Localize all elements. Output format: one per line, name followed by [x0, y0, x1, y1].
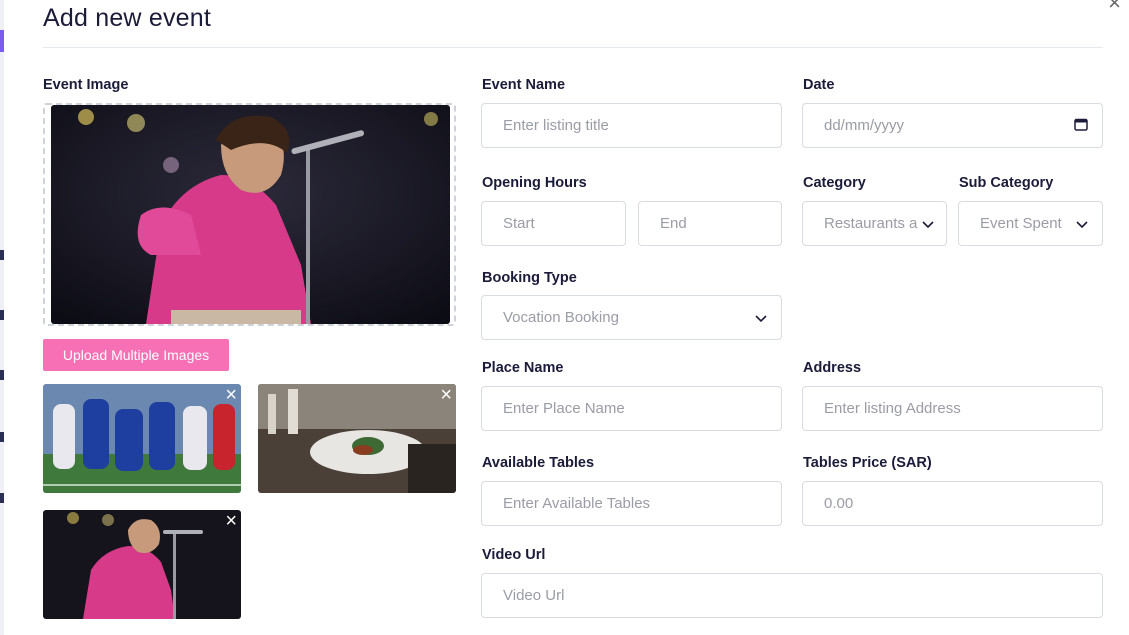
- sidebar-edge: [0, 0, 4, 635]
- event-main-photo: [51, 105, 450, 324]
- event-image-label: Event Image: [43, 77, 129, 93]
- date-placeholder: dd/mm/yyyy: [824, 117, 905, 134]
- opening-end-input[interactable]: End: [638, 201, 782, 246]
- end-placeholder: End: [660, 215, 687, 232]
- available-tables-label: Available Tables: [482, 455, 595, 471]
- modal-title: Add new event: [43, 4, 211, 32]
- booking-type-label: Booking Type: [482, 270, 577, 286]
- chevron-down-icon: [755, 309, 767, 326]
- booking-type-value: Vocation Booking: [503, 309, 619, 326]
- place-name-placeholder: Enter Place Name: [503, 400, 625, 417]
- chevron-down-icon: [922, 215, 934, 232]
- sub-category-select[interactable]: Event Spent: [958, 201, 1103, 246]
- place-name-label: Place Name: [482, 360, 564, 376]
- sidebar-fragment: [0, 493, 4, 503]
- category-value: Restaurants an: [824, 215, 918, 232]
- place-name-input[interactable]: Enter Place Name: [481, 386, 782, 431]
- remove-thumbnail-icon[interactable]: ×: [225, 511, 237, 531]
- sidebar-fragment: [0, 370, 4, 380]
- event-name-placeholder: Enter listing title: [503, 117, 609, 134]
- sub-category-label: Sub Category: [959, 175, 1054, 191]
- category-select[interactable]: Restaurants an: [802, 201, 947, 246]
- remove-thumbnail-icon[interactable]: ×: [225, 385, 237, 405]
- remove-thumbnail-icon[interactable]: ×: [440, 385, 452, 405]
- upload-multiple-images-button[interactable]: Upload Multiple Images: [43, 339, 229, 371]
- tables-price-label: Tables Price (SAR): [803, 455, 932, 471]
- address-input[interactable]: Enter listing Address: [802, 386, 1103, 431]
- sidebar-fragment: [0, 250, 4, 260]
- available-tables-input[interactable]: Enter Available Tables: [481, 481, 782, 526]
- thumbnail-image: ×: [43, 384, 241, 493]
- event-image-dropzone[interactable]: [43, 103, 456, 326]
- opening-hours-label: Opening Hours: [482, 175, 587, 191]
- start-placeholder: Start: [503, 215, 535, 232]
- video-url-input[interactable]: Video Url: [481, 573, 1103, 618]
- sidebar-fragment: [0, 310, 4, 320]
- close-icon[interactable]: ×: [1108, 0, 1121, 14]
- date-input[interactable]: dd/mm/yyyy: [802, 103, 1103, 148]
- address-placeholder: Enter listing Address: [824, 400, 961, 417]
- date-label: Date: [803, 77, 835, 93]
- header-divider: [43, 47, 1103, 48]
- category-label: Category: [803, 175, 866, 191]
- address-label: Address: [803, 360, 862, 376]
- booking-type-select[interactable]: Vocation Booking: [481, 295, 782, 340]
- video-url-label: Video Url: [482, 547, 546, 563]
- calendar-icon[interactable]: [1074, 117, 1088, 135]
- sub-category-value: Event Spent: [980, 215, 1062, 232]
- available-tables-placeholder: Enter Available Tables: [503, 495, 651, 512]
- chevron-down-icon: [1076, 215, 1088, 232]
- video-url-placeholder: Video Url: [503, 587, 565, 604]
- opening-start-input[interactable]: Start: [481, 201, 626, 246]
- sidebar-fragment: [0, 432, 4, 442]
- thumbnail-image: ×: [43, 510, 241, 619]
- event-name-input[interactable]: Enter listing title: [481, 103, 782, 148]
- thumbnail-image: ×: [258, 384, 456, 493]
- tables-price-input[interactable]: 0.00: [802, 481, 1103, 526]
- event-name-label: Event Name: [482, 77, 566, 93]
- sidebar-active-indicator: [0, 30, 4, 52]
- tables-price-placeholder: 0.00: [824, 495, 854, 512]
